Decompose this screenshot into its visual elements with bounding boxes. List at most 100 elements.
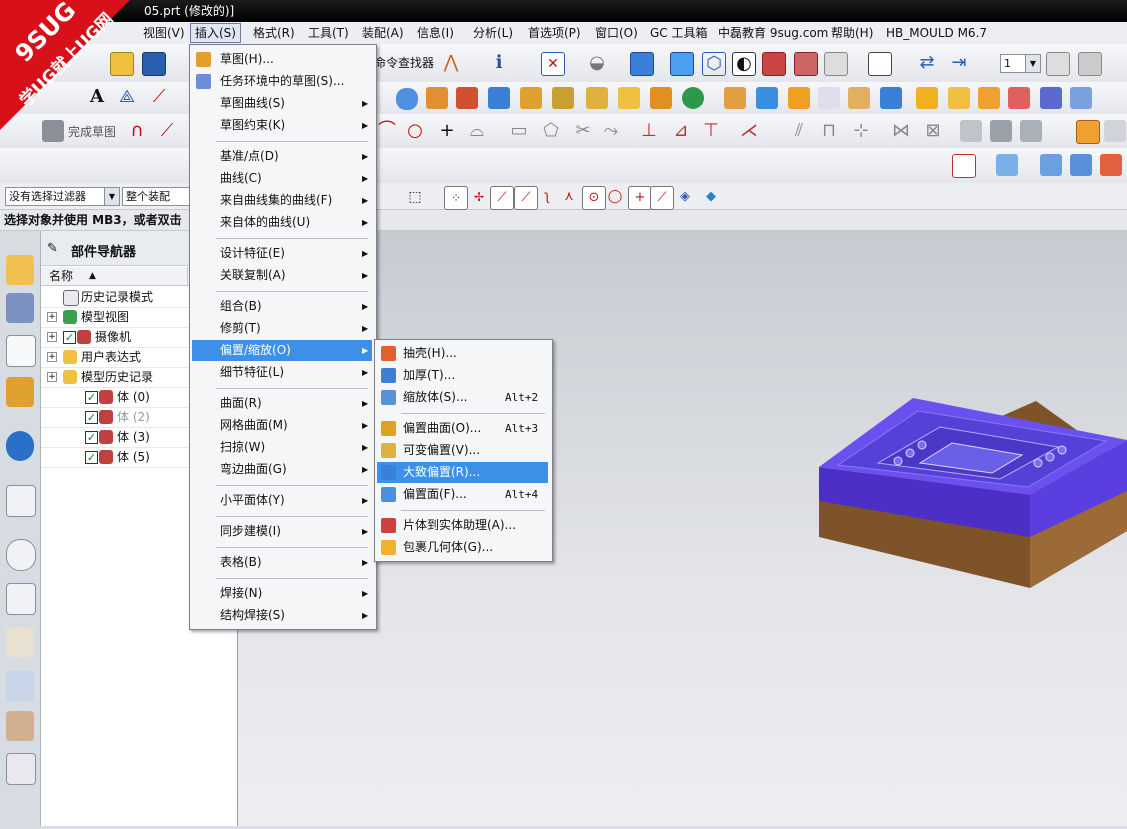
point-icon[interactable] (682, 87, 704, 109)
shaded-view-icon[interactable] (630, 52, 654, 76)
clip-icon[interactable] (762, 52, 786, 76)
snap-point-icon[interactable]: ⁘ (444, 186, 468, 210)
line-icon[interactable]: ⟋ (148, 86, 170, 108)
roles-icon[interactable] (6, 711, 34, 741)
insert-menu-item-21[interactable]: 焊接(N) ▶ (192, 583, 372, 604)
insert-menu-item-6[interactable]: 来自曲线集的曲线(F) ▶ (192, 190, 372, 211)
check-icon[interactable]: ✓ (85, 411, 98, 424)
projection-icon[interactable]: ⊠ (922, 120, 944, 142)
insert-menu-item-15[interactable]: 网格曲面(M) ▶ (192, 415, 372, 436)
auto-constrain-icon[interactable]: ⋌ (738, 120, 760, 142)
surface-frame-icon[interactable] (952, 154, 976, 178)
pattern-icon[interactable] (586, 87, 608, 109)
insert-menu-item-10[interactable]: 组合(B) ▶ (192, 296, 372, 317)
insert-menu-item-0[interactable]: 草图(H)... (192, 49, 372, 70)
extend-icon[interactable]: ⤳ (600, 120, 622, 142)
wave-icon[interactable] (1076, 120, 1100, 144)
update-icon[interactable] (1020, 120, 1042, 142)
sew-icon[interactable] (818, 87, 840, 109)
cylinder-icon[interactable] (396, 88, 418, 110)
insert-menu-item-1[interactable]: 任务环境中的草图(S)... (192, 71, 372, 92)
thicken-tb-icon[interactable] (756, 87, 778, 109)
wcs-icon[interactable]: ⇥ (948, 52, 970, 74)
insert-menu-item-8[interactable]: 设计特征(E) ▶ (192, 243, 372, 264)
endpoint-icon[interactable]: ⟋ (490, 186, 514, 210)
column-divider[interactable] (187, 267, 188, 285)
chevron-down-icon[interactable]: ▼ (1025, 55, 1040, 72)
menu-12[interactable]: HB_MOULD M6.7 (882, 24, 991, 42)
extrude-icon[interactable] (426, 87, 448, 109)
expand-icon[interactable]: + (47, 372, 57, 382)
move-icon[interactable]: ⇄ (916, 52, 938, 74)
subtract-icon[interactable] (880, 87, 902, 109)
history-icon[interactable] (6, 539, 36, 571)
pattern-curve-icon[interactable]: ⊹ (850, 120, 872, 142)
sketch-point-icon[interactable]: + (436, 120, 458, 142)
unite-icon[interactable] (848, 87, 870, 109)
offset-menu-item-2[interactable]: 缩放体(S)... Alt+2 (377, 387, 548, 408)
command-finder-label[interactable]: 命令查找器 (374, 54, 434, 71)
menu-3[interactable]: 工具(T) (304, 24, 353, 42)
manufacturing-wizard-icon[interactable] (6, 671, 34, 701)
reattach-icon[interactable] (990, 120, 1012, 142)
sketch-settings-icon[interactable] (960, 120, 982, 142)
check-icon[interactable]: ✓ (63, 331, 76, 344)
loft-icon[interactable] (978, 87, 1000, 109)
quadrant-icon[interactable]: ◯ (604, 186, 626, 208)
chevron-down-icon[interactable]: ▼ (104, 188, 119, 205)
dimension-icon[interactable]: ⊿ (670, 120, 692, 142)
layer-visible-icon[interactable] (1078, 52, 1102, 76)
boss-4[interactable] (1033, 458, 1043, 468)
boss-2[interactable] (905, 448, 915, 458)
insert-menu-item-19[interactable]: 同步建模(I) ▶ (192, 521, 372, 542)
bounding-box-icon[interactable]: ◆ (700, 186, 722, 208)
check-icon[interactable]: ✓ (85, 391, 98, 404)
insert-menu-item-18[interactable]: 小平面体(Y) ▶ (192, 490, 372, 511)
quick-trim-icon[interactable]: ✂ (572, 120, 594, 142)
menu-2[interactable]: 格式(R) (249, 24, 299, 42)
emboss-icon[interactable] (916, 87, 938, 109)
check-icon[interactable]: ✓ (85, 431, 98, 444)
check-icon[interactable]: ✓ (85, 451, 98, 464)
blend-icon[interactable] (520, 87, 542, 109)
scope-select[interactable]: 整个装配 (122, 187, 193, 206)
insert-menu-item-13[interactable]: 细节特征(L) ▶ (192, 362, 372, 383)
arc-icon[interactable]: ⌒ (376, 120, 398, 142)
midpoint-icon[interactable]: ⟋ (514, 186, 538, 210)
menu-1[interactable]: 插入(S) (190, 23, 241, 43)
boss-6[interactable] (1057, 445, 1067, 455)
polygon-icon[interactable]: ⬠ (540, 120, 562, 142)
through-curves-icon[interactable] (1040, 154, 1062, 176)
layer-select[interactable]: 1 ▼ (1000, 54, 1041, 73)
geometry-constraint-icon[interactable]: ⊤ (700, 120, 722, 142)
insert-menu-item-20[interactable]: 表格(B) ▶ (192, 552, 372, 573)
patch-icon[interactable] (1040, 87, 1062, 109)
sphere-icon[interactable] (1070, 87, 1092, 109)
insert-menu-item-5[interactable]: 曲线(C) ▶ (192, 168, 372, 189)
save-icon[interactable] (142, 52, 166, 76)
insert-menu-item-4[interactable]: 基准/点(D) ▶ (192, 146, 372, 167)
ruled-icon[interactable] (996, 154, 1018, 176)
arc-center-icon[interactable]: ⊙ (582, 186, 606, 210)
edit-section-icon[interactable] (824, 52, 848, 76)
offset-menu-item-7[interactable]: 片体到实体助理(A)... (377, 515, 548, 536)
expand-icon[interactable]: + (47, 352, 57, 362)
offset-menu-item-4[interactable]: 可变偏置(V)... (377, 440, 548, 461)
insert-menu-item-2[interactable]: 草图曲线(S) ▶ (192, 93, 372, 114)
menu-7[interactable]: 首选项(P) (524, 24, 585, 42)
layer-settings-icon[interactable] (1046, 52, 1070, 76)
type-filter-select[interactable]: 没有选择过滤器 ▼ (5, 187, 120, 206)
point-on-curve-icon[interactable]: ⟋ (650, 186, 674, 210)
control-point-icon[interactable]: ʅ (536, 186, 558, 208)
sort-asc-icon[interactable]: ▲ (89, 267, 96, 285)
process-studio-icon[interactable] (6, 627, 34, 657)
part-navigator-icon[interactable] (6, 335, 36, 367)
insert-menu-item-12[interactable]: 偏置/缩放(O) ▶ (192, 340, 372, 361)
boss-5[interactable] (1045, 452, 1055, 462)
menu-8[interactable]: 窗口(O) (591, 24, 642, 42)
revolve-icon[interactable] (456, 87, 478, 109)
insert-menu-item-11[interactable]: 修剪(T) ▶ (192, 318, 372, 339)
offset-menu-item-0[interactable]: 抽壳(H)... (377, 343, 548, 364)
rect-select-icon[interactable]: ⬚ (404, 186, 426, 208)
menu-9[interactable]: GC 工具箱 (646, 24, 712, 42)
